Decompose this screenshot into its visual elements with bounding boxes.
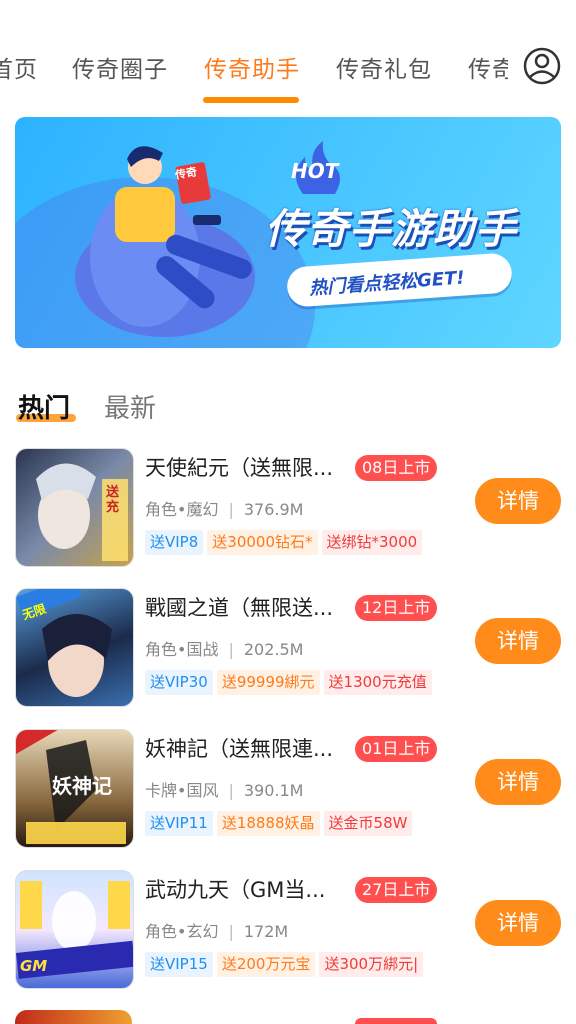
gift-tag: 送VIP8	[145, 530, 204, 555]
game-icon-partial[interactable]	[15, 1010, 132, 1024]
tab-assistant[interactable]: 传奇助手	[204, 50, 300, 84]
gift-tags: 送VIP11 送18888妖晶 送金币58W	[145, 811, 416, 836]
game-category: 角色•魔幻	[145, 500, 219, 519]
top-tab-bar: 首页 传奇圈子 传奇助手 传奇礼包 传奇	[0, 0, 576, 110]
gift-tag: 送18888妖晶	[216, 811, 320, 836]
user-profile-icon[interactable]	[522, 46, 562, 86]
promo-banner[interactable]: 传奇 HOT 传奇手游助手 热门看点轻松GET!	[15, 117, 561, 348]
game-name: 天使紀元（送無限...	[145, 456, 334, 480]
game-list-item[interactable]: 送充 天使紀元（送無限... 08日上市 角色•魔幻 | 376.9M 送VIP8 送…	[0, 440, 576, 567]
gift-tags: 送VIP15 送200万元宝 送300万綁元|	[145, 952, 427, 977]
gift-tag: 送VIP11	[145, 811, 213, 836]
banner-title: 传奇手游助手	[265, 205, 517, 253]
game-category: 角色•国战	[145, 640, 219, 659]
game-icon-text: GM	[20, 957, 48, 975]
gift-tag: 送VIP30	[145, 670, 213, 695]
game-list-item[interactable]: 妖神记 妖神記（送無限連... 01日上市 卡牌•国风 | 390.1M 送VIP1…	[0, 721, 576, 848]
gift-tag: 送200万元宝	[216, 952, 316, 977]
gift-tag: 送金币58W	[323, 811, 413, 836]
release-badge: 27日上市	[355, 877, 438, 903]
game-size: 390.1M	[243, 781, 304, 800]
gift-tag: 送300万綁元|	[319, 952, 424, 977]
game-icon[interactable]: 妖神记	[15, 729, 134, 848]
meta-divider: |	[228, 640, 234, 659]
active-tab-indicator	[203, 97, 299, 103]
game-name: 戰國之道（無限送...	[145, 596, 334, 620]
gift-tag: 送30000钻石*	[207, 530, 318, 555]
game-size: 376.9M	[243, 500, 304, 519]
details-button[interactable]: 详情	[475, 900, 561, 946]
release-badge: 08日上市	[355, 455, 438, 481]
game-meta: 卡牌•国风 | 390.1M	[145, 777, 303, 801]
tab-gift[interactable]: 传奇礼包	[336, 50, 432, 84]
game-list-item[interactable]: GM 武动九天（GM当... 27日上市 角色•玄幻 | 172M 送VIP15 送2…	[0, 862, 576, 989]
game-icon[interactable]: 送充	[15, 448, 134, 567]
tab-circle[interactable]: 传奇圈子	[72, 50, 168, 84]
banner-illustration	[75, 146, 255, 337]
game-icon[interactable]: GM	[15, 870, 134, 989]
game-meta: 角色•玄幻 | 172M	[145, 918, 288, 942]
release-badge: 12日上市	[355, 595, 438, 621]
gift-tags: 送VIP8 送30000钻石* 送绑钻*3000	[145, 530, 426, 555]
tab-home[interactable]: 首页	[0, 50, 38, 84]
tab-hot[interactable]: 热门	[18, 388, 70, 425]
release-badge: 01日上市	[355, 736, 438, 762]
game-list-item[interactable]: 无限 戰國之道（無限送... 12日上市 角色•国战 | 202.5M 送VIP30…	[0, 580, 576, 707]
game-meta: 角色•国战 | 202.5M	[145, 636, 303, 660]
game-size: 172M	[243, 922, 289, 941]
game-meta: 角色•魔幻 | 376.9M	[145, 496, 303, 520]
gift-tag: 送99999綁元	[216, 670, 320, 695]
game-icon-text: 送充	[106, 485, 120, 515]
release-badge-partial	[355, 1018, 437, 1024]
details-button[interactable]: 详情	[475, 618, 561, 664]
gift-tags: 送VIP30 送99999綁元 送1300元充值	[145, 670, 436, 695]
banner-subtitle: 热门看点轻松GET!	[308, 267, 466, 300]
details-button[interactable]: 详情	[475, 759, 561, 805]
gift-tag: 送VIP15	[145, 952, 213, 977]
game-category: 卡牌•国风	[145, 781, 219, 800]
details-button[interactable]: 详情	[475, 478, 561, 524]
game-icon-text: 妖神记	[52, 774, 112, 798]
meta-divider: |	[228, 781, 234, 800]
meta-divider: |	[228, 500, 234, 519]
meta-divider: |	[228, 922, 234, 941]
game-size: 202.5M	[243, 640, 304, 659]
game-category: 角色•玄幻	[145, 922, 219, 941]
game-icon[interactable]: 无限	[15, 588, 134, 707]
game-name: 武动九天（GM当...	[145, 878, 326, 902]
game-name: 妖神記（送無限連...	[145, 737, 334, 761]
tab-more[interactable]: 传奇	[468, 50, 508, 84]
banner-subtitle-pill: 热门看点轻松GET!	[285, 252, 514, 308]
gift-tag: 送绑钻*3000	[321, 530, 423, 555]
tab-new[interactable]: 最新	[104, 388, 156, 425]
banner-hot-label: HOT	[291, 159, 339, 183]
gift-tag: 送1300元充值	[323, 670, 432, 695]
